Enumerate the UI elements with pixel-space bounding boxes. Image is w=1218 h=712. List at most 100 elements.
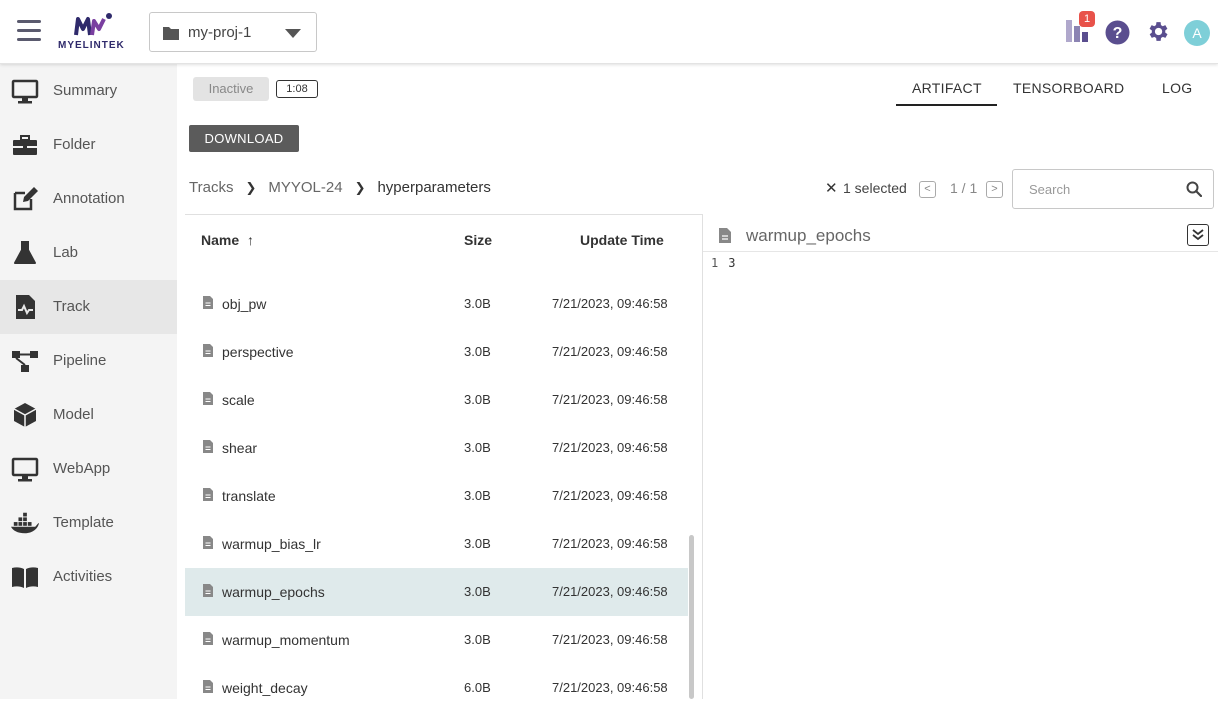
file-update-time: 7/21/2023, 09:46:58	[552, 440, 668, 455]
sidebar-item-track[interactable]: Track	[0, 280, 177, 334]
sidebar-item-label: Summary	[53, 82, 118, 99]
breadcrumb-tracks[interactable]: Tracks	[189, 179, 233, 196]
top-bar: MYELINTEK my-proj-1 1 ? A	[0, 0, 1218, 64]
breadcrumb-track[interactable]: MYYOL-24	[268, 179, 342, 196]
sidebar-item-annotation[interactable]: Annotation	[0, 172, 177, 226]
menu-icon[interactable]	[17, 20, 41, 42]
file-size: 3.0B	[464, 392, 491, 407]
file-update-time: 7/21/2023, 09:46:58	[552, 632, 668, 647]
docker-icon	[11, 512, 39, 534]
project-select[interactable]: my-proj-1	[149, 12, 317, 52]
sidebar-item-lab[interactable]: Lab	[0, 226, 177, 280]
file-name: shear	[222, 440, 258, 456]
line-content: 3	[728, 256, 736, 270]
file-update-time: 7/21/2023, 09:46:58	[552, 488, 668, 503]
sidebar-item-pipeline[interactable]: Pipeline	[0, 334, 177, 388]
cube-icon	[13, 403, 37, 427]
file-name: weight_decay	[222, 680, 308, 696]
file-update-time: 7/21/2023, 09:46:58	[552, 584, 668, 599]
table-row[interactable]: perspective 3.0B 7/21/2023, 09:46:58	[185, 328, 688, 376]
file-icon	[203, 584, 213, 602]
selection-count: 1 selected	[843, 180, 907, 196]
search-box	[1012, 169, 1214, 209]
chevron-down-icon	[285, 29, 301, 38]
sidebar-item-label: WebApp	[53, 460, 111, 477]
pipeline-icon	[12, 351, 38, 372]
search-input[interactable]	[1029, 180, 1179, 198]
column-header-name[interactable]: Name ↑	[201, 232, 254, 248]
monitor-icon	[11, 79, 39, 104]
clear-selection-icon[interactable]: ✕	[825, 179, 838, 197]
file-update-time: 7/21/2023, 09:46:58	[552, 536, 668, 551]
status-badge: Inactive	[193, 77, 269, 101]
download-button[interactable]: DOWNLOAD	[189, 125, 299, 152]
chevron-right-icon: ❯	[245, 179, 257, 195]
edit-icon	[13, 187, 38, 211]
notification-badge: 1	[1079, 11, 1095, 27]
collapse-button[interactable]	[1187, 224, 1209, 246]
preview-header: warmup_epochs	[703, 214, 1218, 252]
sidebar: Summary Folder Annotation Lab Track Pipe…	[0, 64, 177, 699]
column-header-size[interactable]: Size	[464, 232, 492, 248]
folder-icon	[163, 27, 179, 40]
file-icon	[203, 296, 213, 314]
sidebar-item-activities[interactable]: Activities	[0, 550, 177, 604]
table-row[interactable]: weight_decay 6.0B 7/21/2023, 09:46:58	[185, 664, 688, 712]
file-list: Name ↑ Size Update Time obj_pw 3.0B 7/21/2…	[185, 214, 702, 699]
sidebar-item-template[interactable]: Template	[0, 496, 177, 550]
file-size: 3.0B	[464, 536, 491, 551]
svg-text:?: ?	[1113, 25, 1123, 42]
file-icon	[203, 440, 213, 458]
file-size: 3.0B	[464, 296, 491, 311]
sidebar-item-summary[interactable]: Summary	[0, 64, 177, 118]
sidebar-item-label: Annotation	[53, 190, 125, 207]
settings-gear-icon[interactable]	[1145, 19, 1170, 44]
next-page-button[interactable]: >	[986, 181, 1003, 198]
file-update-time: 7/21/2023, 09:46:58	[552, 392, 668, 407]
table-row[interactable]: warmup_momentum 3.0B 7/21/2023, 09:46:58	[185, 616, 688, 664]
sidebar-item-label: Track	[53, 298, 90, 315]
line-number: 1	[711, 256, 719, 270]
file-size: 3.0B	[464, 488, 491, 503]
logo[interactable]: MYELINTEK	[58, 11, 128, 55]
double-chevron-down-icon	[1192, 229, 1204, 241]
tab-log[interactable]: LOG	[1162, 80, 1192, 96]
table-row[interactable]: translate 3.0B 7/21/2023, 09:46:58	[185, 472, 688, 520]
logo-mark-icon	[74, 13, 112, 36]
file-icon	[203, 632, 213, 650]
file-update-time: 7/21/2023, 09:46:58	[552, 680, 668, 695]
tab-artifact[interactable]: ARTIFACT	[912, 80, 982, 96]
code-line: 13	[711, 256, 735, 270]
table-row[interactable]: warmup_epochs 3.0B 7/21/2023, 09:46:58	[185, 568, 688, 616]
sidebar-item-model[interactable]: Model	[0, 388, 177, 442]
file-icon	[203, 488, 213, 506]
sidebar-item-label: Model	[53, 406, 94, 423]
active-tab-indicator	[896, 104, 997, 106]
sidebar-item-label: Folder	[53, 136, 96, 153]
search-icon[interactable]	[1186, 181, 1202, 197]
table-row[interactable]: warmup_bias_lr 3.0B 7/21/2023, 09:46:58	[185, 520, 688, 568]
help-icon[interactable]: ?	[1105, 20, 1130, 45]
column-header-update-time[interactable]: Update Time	[580, 232, 664, 248]
table-row[interactable]: shear 3.0B 7/21/2023, 09:46:58	[185, 424, 688, 472]
tab-tensorboard[interactable]: TENSORBOARD	[1013, 80, 1124, 96]
table-row[interactable]: obj_pw 3.0B 7/21/2023, 09:46:58	[185, 280, 688, 328]
file-icon	[203, 536, 213, 554]
file-update-time: 7/21/2023, 09:46:58	[552, 344, 668, 359]
file-name: warmup_momentum	[222, 632, 350, 648]
file-name: perspective	[222, 344, 294, 360]
file-size: 3.0B	[464, 344, 491, 359]
sidebar-item-label: Pipeline	[53, 352, 107, 369]
sidebar-item-folder[interactable]: Folder	[0, 118, 177, 172]
sidebar-item-label: Template	[53, 514, 114, 531]
prev-page-button[interactable]: <	[919, 181, 936, 198]
table-row[interactable]: scale 3.0B 7/21/2023, 09:46:58	[185, 376, 688, 424]
sort-ascending-icon: ↑	[247, 232, 255, 248]
sidebar-item-webapp[interactable]: WebApp	[0, 442, 177, 496]
file-name: warmup_epochs	[222, 584, 325, 600]
scrollbar[interactable]	[689, 535, 694, 699]
book-icon	[12, 567, 38, 588]
flask-icon	[14, 241, 36, 264]
user-avatar[interactable]: A	[1184, 20, 1210, 46]
sidebar-item-label: Activities	[53, 568, 113, 585]
